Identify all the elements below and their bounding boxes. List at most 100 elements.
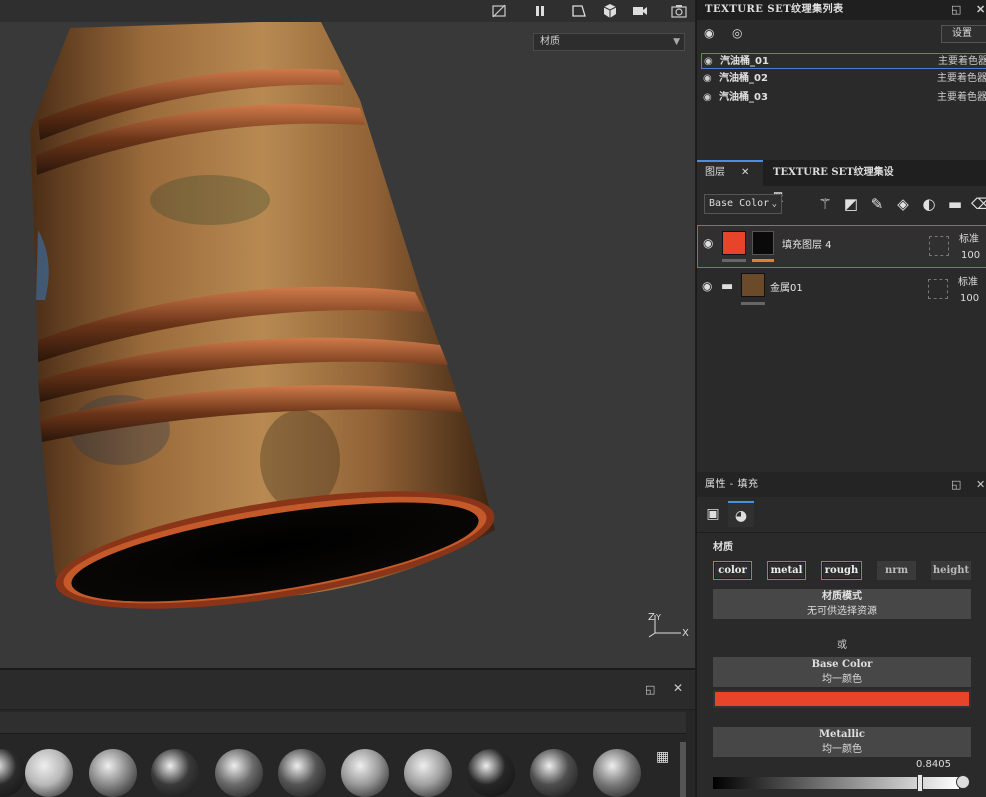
folder-icon: ▬ [721, 279, 734, 294]
smart-material-10[interactable] [530, 749, 578, 797]
pause-icon[interactable] [531, 2, 549, 20]
detach-icon[interactable]: ◱ [645, 683, 655, 696]
metallic-title: Metallic [818, 729, 865, 740]
properties-tab-bar: ▣ ◕ [697, 497, 986, 533]
base-color-subtitle: 均一颜色 [822, 674, 862, 685]
layer-row[interactable]: ◉ ▬ 金属01 标准 100 [697, 269, 986, 312]
layer-thumb-bar [741, 302, 765, 305]
layer-blend-mode[interactable]: 标准 [959, 230, 979, 245]
visibility-toggle-icon[interactable]: ◉ [704, 26, 714, 40]
axis-gizmo: Z Y X [645, 607, 691, 641]
magic-wand-icon[interactable]: ⚚ [815, 194, 835, 214]
image-tab-icon[interactable]: ▣ [700, 501, 726, 527]
layer-opacity[interactable]: 100 [960, 293, 979, 304]
base-color-swatch[interactable] [713, 690, 971, 708]
smart-material-1[interactable] [0, 749, 26, 797]
material-mode-select[interactable]: 材质 ▼ [533, 33, 685, 51]
mask-thumbnail[interactable] [752, 231, 774, 255]
channel-select[interactable]: Base Color ⌄ [704, 194, 782, 214]
video-camera-icon[interactable] [631, 2, 649, 20]
layer-opacity[interactable]: 100 [961, 250, 980, 261]
grid-view-icon[interactable]: ▦ [656, 749, 669, 765]
base-color-title: Base Color [811, 659, 873, 670]
channel-toggle-color[interactable]: color [713, 561, 752, 580]
smart-material-4[interactable] [151, 749, 199, 797]
smart-material-3[interactable] [89, 749, 137, 797]
layer-row[interactable]: ◉ 填充图层 4 标准 100 [697, 225, 986, 268]
texture-set-row[interactable]: ◉ 汽油桶_02 主要着色器 [701, 71, 986, 87]
layer-thumbnail [722, 231, 746, 255]
hide-icon[interactable] [490, 2, 508, 20]
screenshot-icon[interactable] [670, 2, 688, 20]
folder-icon[interactable]: ▬ [945, 194, 965, 214]
axis-z-label: Z [648, 612, 655, 623]
smart-material-11[interactable] [593, 749, 641, 797]
smart-material-2[interactable] [25, 749, 73, 797]
eye-icon[interactable]: ◉ [704, 54, 713, 70]
base-color-block[interactable]: Base Color 均一颜色 [713, 657, 971, 687]
properties-title: 属性 - 填充 ◱ ✕ [697, 472, 986, 497]
close-icon[interactable]: ✕ [976, 472, 986, 497]
channel-toggle-metal[interactable]: metal [767, 561, 806, 580]
smart-material-9[interactable] [467, 749, 515, 797]
effects-icon[interactable]: ◐ [919, 194, 939, 214]
metallic-slider-handle[interactable] [916, 774, 923, 792]
eye-icon[interactable]: ◎ [732, 26, 742, 40]
shelf-filter-bar[interactable] [0, 712, 686, 734]
brush-icon[interactable]: ✎ [867, 194, 887, 214]
mask-placeholder[interactable] [928, 279, 948, 299]
close-icon[interactable]: ✕ [673, 681, 683, 695]
metallic-subtitle: 均一颜色 [822, 744, 862, 755]
layer-thumbnail [741, 273, 765, 297]
texture-set-shader[interactable]: 主要着色器 [937, 71, 986, 87]
3d-viewport[interactable]: 材质 ▼ Z Y X [0, 0, 695, 668]
camera-view-icon[interactable] [570, 2, 588, 20]
shelf-scrollbar[interactable] [680, 742, 686, 797]
material-tab-icon[interactable]: ◕ [728, 501, 754, 527]
metallic-reset-icon[interactable] [956, 775, 970, 789]
channel-toggle-nrm[interactable]: nrm [877, 561, 916, 580]
smart-material-5[interactable] [215, 749, 263, 797]
texture-set-settings-label: 设置 [952, 28, 972, 39]
eye-icon[interactable]: ◉ [703, 90, 712, 106]
trash-icon[interactable]: ⌫ [971, 194, 986, 214]
smart-material-8[interactable] [404, 749, 452, 797]
detach-icon[interactable]: ◱ [951, 472, 962, 497]
material-mode-block[interactable]: 材质模式 无可供选择资源 [713, 589, 971, 619]
axis-x-label: X [682, 628, 689, 639]
material-mode-title: 材质模式 [822, 591, 862, 602]
metallic-block[interactable]: Metallic 均一颜色 [713, 727, 971, 757]
tab-texture-set-settings[interactable]: TEXTURE SET纹理集设置 [765, 160, 905, 204]
detach-icon[interactable]: ◱ [951, 0, 962, 20]
eye-icon[interactable]: ◉ [703, 236, 713, 250]
properties-title-text: 属性 - 填充 [705, 479, 759, 490]
cube-icon[interactable] [601, 2, 619, 20]
chevron-down-icon: ⌄ [771, 199, 777, 209]
layer-thumb-bar [722, 259, 746, 262]
layer-blend-mode[interactable]: 标准 [958, 273, 978, 288]
tab-layers-label: 图层 [705, 167, 725, 178]
tab-close-icon[interactable]: ✕ [741, 162, 749, 184]
channel-toggle-rough[interactable]: rough [821, 561, 862, 580]
fill-bucket-icon[interactable]: ◈ [893, 194, 913, 214]
layer-name: 金属01 [770, 283, 803, 294]
layers-tab-bar: 图层 ✕ TEXTURE SET纹理集设置 [697, 160, 986, 204]
smart-material-7[interactable] [341, 749, 389, 797]
eye-icon[interactable]: ◉ [702, 279, 712, 293]
add-mask-icon[interactable]: ◩ [841, 194, 861, 214]
shelf-panel: ◱ ✕ ▦ [0, 668, 695, 797]
texture-set-row[interactable]: ◉ 汽油桶_01 主要着色器 [701, 53, 986, 69]
texture-set-settings-dropdown[interactable]: 设置 [941, 25, 986, 43]
texture-set-list-title: TEXTURE SET纹理集列表 ◱ ✕ [697, 0, 986, 20]
texture-set-row[interactable]: ◉ 汽油桶_03 主要着色器 [701, 90, 986, 106]
eye-icon[interactable]: ◉ [703, 71, 712, 87]
texture-set-shader[interactable]: 主要着色器 [937, 90, 986, 106]
material-mode-value: 材质 [540, 36, 560, 47]
channel-toggle-height[interactable]: height [931, 561, 971, 580]
tab-layers[interactable]: 图层 ✕ [697, 160, 763, 186]
texture-set-shader[interactable]: 主要着色器 [938, 54, 986, 70]
close-icon[interactable]: ✕ [976, 0, 986, 20]
smart-material-6[interactable] [278, 749, 326, 797]
texture-set-name: 汽油桶_03 [719, 92, 768, 103]
mask-placeholder[interactable] [929, 236, 949, 256]
